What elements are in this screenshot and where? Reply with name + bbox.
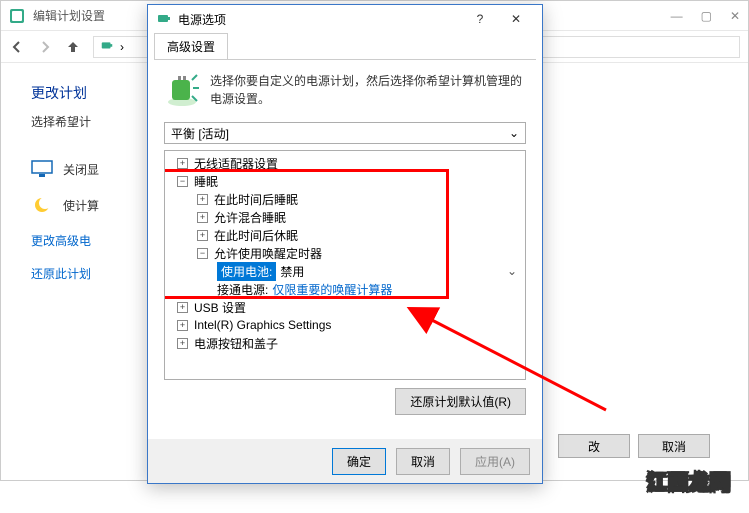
plugged-setting-label: 接通电源: (217, 281, 268, 298)
tree-item-power-buttons[interactable]: + 电源按钮和盖子 (167, 334, 523, 352)
tree-label: 睡眠 (194, 173, 218, 190)
battery-large-icon (164, 72, 200, 108)
collapse-icon[interactable]: − (197, 248, 208, 259)
expand-icon[interactable]: + (177, 320, 188, 331)
moon-icon (31, 196, 53, 214)
tree-item-graphics[interactable]: + Intel(R) Graphics Settings (167, 316, 523, 334)
chevron-down-icon[interactable]: ⌄ (507, 264, 517, 278)
forward-arrow-icon[interactable] (37, 39, 53, 55)
maximize-icon[interactable]: ▢ (701, 9, 712, 23)
expand-icon[interactable]: + (177, 158, 188, 169)
tree-label: 允许混合睡眠 (214, 209, 286, 226)
tree-label: USB 设置 (194, 299, 246, 316)
battery-setting-value[interactable]: 禁用 (280, 263, 304, 280)
settings-tree[interactable]: +无线适配器设置 −睡眠 +在此时间后睡眠 +允许混合睡眠 +在此时间后休眠 −… (164, 150, 526, 380)
description-text: 选择你要自定义的电源计划，然后选择你希望计算机管理的电源设置。 (210, 72, 526, 108)
control-panel-icon (9, 8, 25, 24)
tab-advanced[interactable]: 高级设置 (154, 33, 228, 60)
battery-small-icon (100, 38, 114, 55)
help-button[interactable]: ? (462, 7, 498, 31)
battery-icon (156, 10, 172, 29)
tree-label: 电源按钮和盖子 (194, 335, 278, 352)
power-options-dialog: 电源选项 ? ✕ 高级设置 选择你要自定义的电源计划，然后选择你希望计算机管理的… (147, 4, 543, 484)
expand-icon[interactable]: + (177, 302, 188, 313)
tree-item-sleep-after[interactable]: + 在此时间后睡眠 (167, 190, 523, 208)
dialog-titlebar: 电源选项 ? ✕ (148, 5, 542, 33)
tree-item-hybrid[interactable]: + 允许混合睡眠 (167, 208, 523, 226)
tree-item-battery[interactable]: 使用电池: 禁用 ⌄ (167, 262, 523, 280)
restore-defaults-button[interactable]: 还原计划默认值(R) (395, 388, 526, 415)
tree-label: 在此时间后休眠 (214, 227, 298, 244)
watermark: 江西龙网 (647, 466, 731, 495)
plan-selected-label: 平衡 [活动] (171, 125, 229, 142)
expand-icon[interactable]: + (177, 338, 188, 349)
tree-item-wake-timers[interactable]: −允许使用唤醒定时器 (167, 244, 523, 262)
tree-item-wireless[interactable]: + 无线适配器设置 (167, 154, 523, 172)
minimize-icon[interactable]: ― (671, 9, 683, 23)
cancel-button[interactable]: 取消 (396, 448, 450, 475)
save-changes-button[interactable]: 改 (558, 434, 630, 458)
up-arrow-icon[interactable] (65, 39, 81, 55)
collapse-icon[interactable]: − (177, 176, 188, 187)
display-off-label: 关闭显 (63, 161, 99, 178)
plugged-setting-value[interactable]: 仅限重要的唤醒计算器 (272, 281, 392, 298)
dialog-title: 电源选项 (178, 11, 226, 28)
sleep-label: 使计算 (63, 197, 99, 214)
expand-icon[interactable]: + (197, 212, 208, 223)
expand-icon[interactable]: + (197, 230, 208, 241)
back-arrow-icon[interactable] (9, 39, 25, 55)
tree-label: Intel(R) Graphics Settings (194, 318, 331, 332)
tree-item-usb[interactable]: + USB 设置 (167, 298, 523, 316)
plan-dropdown[interactable]: 平衡 [活动] ⌄ (164, 122, 526, 144)
monitor-icon (31, 160, 53, 178)
tree-item-sleep[interactable]: −睡眠 (167, 172, 523, 190)
tree-item-plugged[interactable]: 接通电源: 仅限重要的唤醒计算器 (167, 280, 523, 298)
close-button[interactable]: ✕ (498, 7, 534, 31)
tree-label: 无线适配器设置 (194, 155, 278, 172)
battery-setting-label: 使用电池: (217, 262, 276, 281)
tabs: 高级设置 (148, 33, 542, 59)
expand-icon[interactable]: + (197, 194, 208, 205)
dialog-body: 选择你要自定义的电源计划，然后选择你希望计算机管理的电源设置。 平衡 [活动] … (154, 59, 536, 433)
restore-row: 还原计划默认值(R) (164, 388, 526, 415)
dialog-footer: 确定 取消 应用(A) (148, 439, 542, 483)
cancel-button[interactable]: 取消 (638, 434, 710, 458)
tree-item-hibernate-after[interactable]: + 在此时间后休眠 (167, 226, 523, 244)
chevron-right-icon: › (120, 40, 124, 54)
tree-label: 允许使用唤醒定时器 (214, 245, 322, 262)
apply-button: 应用(A) (460, 448, 530, 475)
ok-button[interactable]: 确定 (332, 448, 386, 475)
close-icon[interactable]: ✕ (730, 9, 740, 23)
chevron-down-icon: ⌄ (509, 126, 519, 140)
description-row: 选择你要自定义的电源计划，然后选择你希望计算机管理的电源设置。 (164, 72, 526, 108)
tree-label: 在此时间后睡眠 (214, 191, 298, 208)
